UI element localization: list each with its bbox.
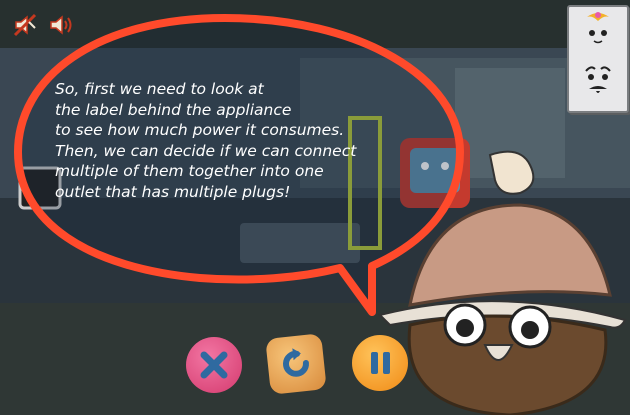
- character-faces-icon: [585, 12, 611, 93]
- restart-button[interactable]: [265, 333, 327, 395]
- dialog-line: to see how much power it consumes.: [55, 121, 345, 139]
- restart-icon: [283, 348, 309, 377]
- dialog-line: the label behind the appliance: [55, 100, 292, 119]
- mascot-character: [378, 150, 627, 415]
- close-x-icon: [200, 351, 228, 379]
- dialog-line: So, first we need to look at: [55, 80, 264, 98]
- character-card[interactable]: [567, 5, 629, 113]
- game-stage: So, first we need to look at the label b…: [0, 0, 630, 415]
- close-button[interactable]: [186, 337, 242, 393]
